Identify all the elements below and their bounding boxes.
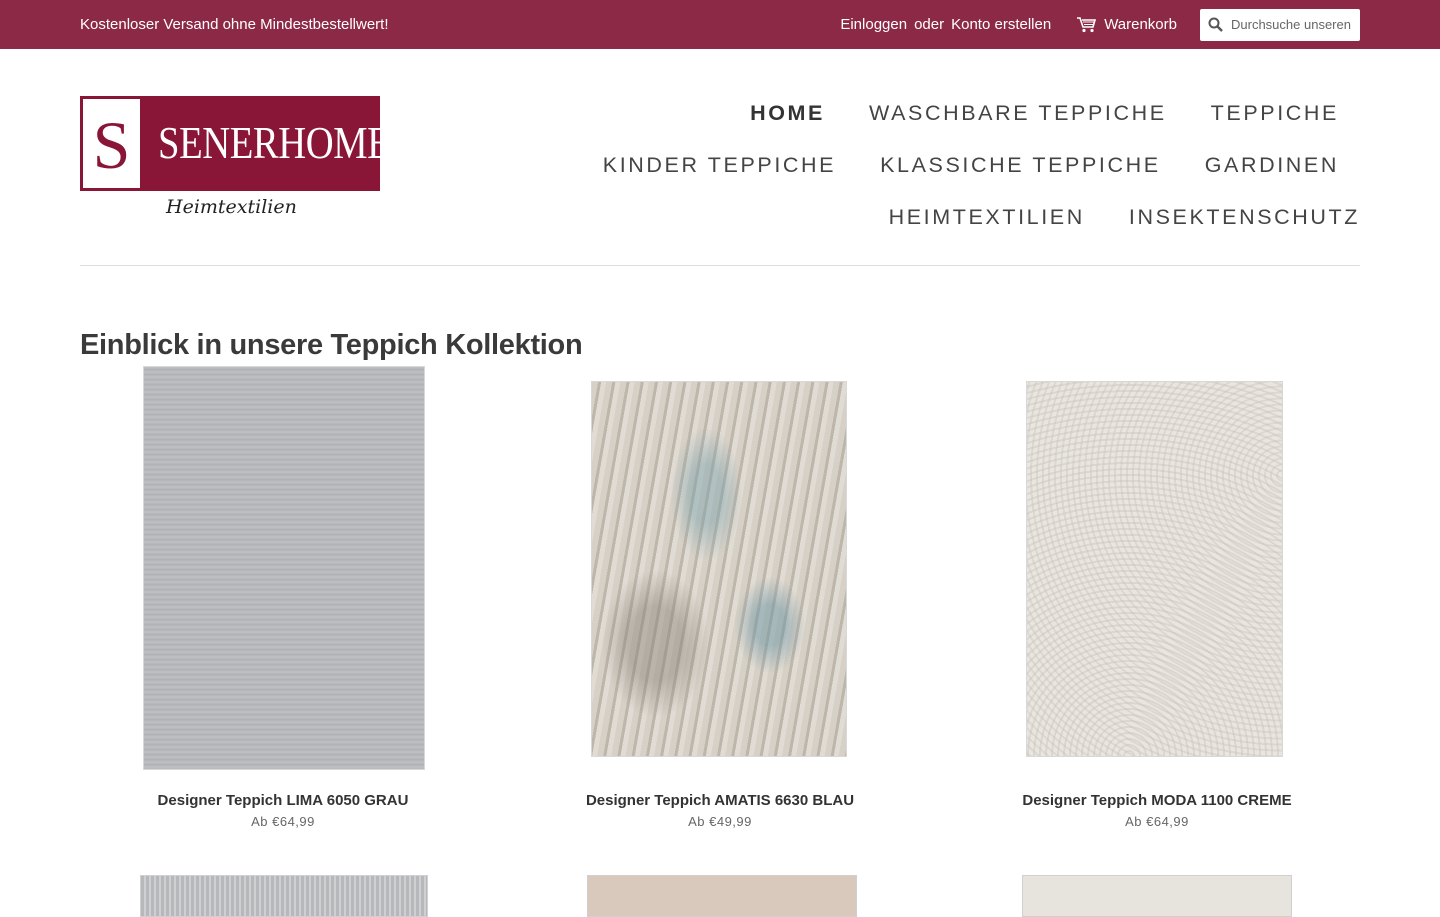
nav-item-kinder-teppiche[interactable]: KINDER TEPPICHE <box>603 153 836 178</box>
rug-lima-image <box>143 366 425 770</box>
or-text: oder <box>914 16 945 33</box>
product-price: Ab €49,99 <box>688 814 752 829</box>
nav-item-teppiche[interactable]: TEPPICHE <box>1211 101 1339 126</box>
nav-row: HEIMTEXTILIEN INSEKTENSCHUTZ <box>560 191 1360 243</box>
rug-moda-image <box>1026 381 1283 757</box>
logo-wordmark: SENERHOME <box>158 117 391 168</box>
product-grid-next-row <box>80 875 1360 917</box>
product-name[interactable]: Designer Teppich MODA 1100 CREME <box>954 788 1360 813</box>
product-card[interactable] <box>954 875 1360 917</box>
search-input[interactable] <box>1229 16 1357 33</box>
main-nav: HOME WASCHBARE TEPPICHE TEPPICHE KINDER … <box>560 87 1360 243</box>
nav-item-insektenschutz[interactable]: INSEKTENSCHUTZ <box>1129 205 1360 230</box>
product-image[interactable] <box>80 366 486 788</box>
product-grid: Designer Teppich LIMA 6050 GRAU Ab €64,9… <box>80 366 1360 831</box>
product-card[interactable] <box>517 875 923 917</box>
product-price: Ab €64,99 <box>251 814 315 829</box>
collection-title: Einblick in unsere Teppich Kollektion <box>80 329 583 361</box>
product-image[interactable] <box>1022 875 1292 917</box>
account-links: Einloggen oder Konto erstellen Warenkorb <box>840 8 1360 41</box>
nav-item-gardinen[interactable]: GARDINEN <box>1205 153 1339 178</box>
announcement-bar: Kostenloser Versand ohne Mindestbestellw… <box>0 0 1440 49</box>
nav-row: KINDER TEPPICHE KLASSICHE TEPPICHE GARDI… <box>560 139 1360 191</box>
logo-monogram-box: S <box>83 99 140 188</box>
product-image[interactable] <box>587 875 857 917</box>
logo-monogram: S <box>92 107 131 183</box>
product-image[interactable] <box>954 366 1360 788</box>
product-card[interactable]: Designer Teppich LIMA 6050 GRAU Ab €64,9… <box>80 366 486 831</box>
nav-item-klassiche-teppiche[interactable]: KLASSICHE TEPPICHE <box>880 153 1161 178</box>
product-image[interactable] <box>517 366 923 788</box>
search-box[interactable] <box>1200 8 1360 41</box>
product-card[interactable]: Designer Teppich AMATIS 6630 BLAU Ab €49… <box>517 366 923 831</box>
cart-icon <box>1077 16 1097 32</box>
product-name[interactable]: Designer Teppich LIMA 6050 GRAU <box>80 788 486 813</box>
site-header: S SENERHOME Heimtextilien HOME WASCHBARE… <box>80 49 1360 266</box>
logo-banner: S SENERHOME <box>80 96 391 191</box>
search-icon[interactable] <box>1208 17 1223 32</box>
product-card[interactable] <box>80 875 486 917</box>
cart-link[interactable]: Warenkorb <box>1077 16 1177 33</box>
product-card[interactable]: Designer Teppich MODA 1100 CREME Ab €64,… <box>954 366 1360 831</box>
product-price: Ab €64,99 <box>1125 814 1189 829</box>
product-name[interactable]: Designer Teppich AMATIS 6630 BLAU <box>517 788 923 813</box>
rug-amatis-image <box>591 381 847 757</box>
cart-label: Warenkorb <box>1104 16 1177 33</box>
nav-row: HOME WASCHBARE TEPPICHE TEPPICHE <box>560 87 1360 139</box>
product-image[interactable] <box>140 875 428 917</box>
announcement-text: Kostenloser Versand ohne Mindestbestellw… <box>80 16 389 33</box>
nav-item-waschbare-teppiche[interactable]: WASCHBARE TEPPICHE <box>869 101 1167 126</box>
logo-tagline: Heimtextilien <box>166 196 297 218</box>
nav-item-heimtextilien[interactable]: HEIMTEXTILIEN <box>889 205 1085 230</box>
login-link[interactable]: Einloggen <box>840 16 907 33</box>
nav-item-home[interactable]: HOME <box>750 101 825 126</box>
main-content: Einblick in unsere Teppich Kollektion De… <box>80 324 1360 917</box>
logo[interactable]: S SENERHOME Heimtextilien <box>80 96 391 221</box>
register-link[interactable]: Konto erstellen <box>951 16 1051 33</box>
